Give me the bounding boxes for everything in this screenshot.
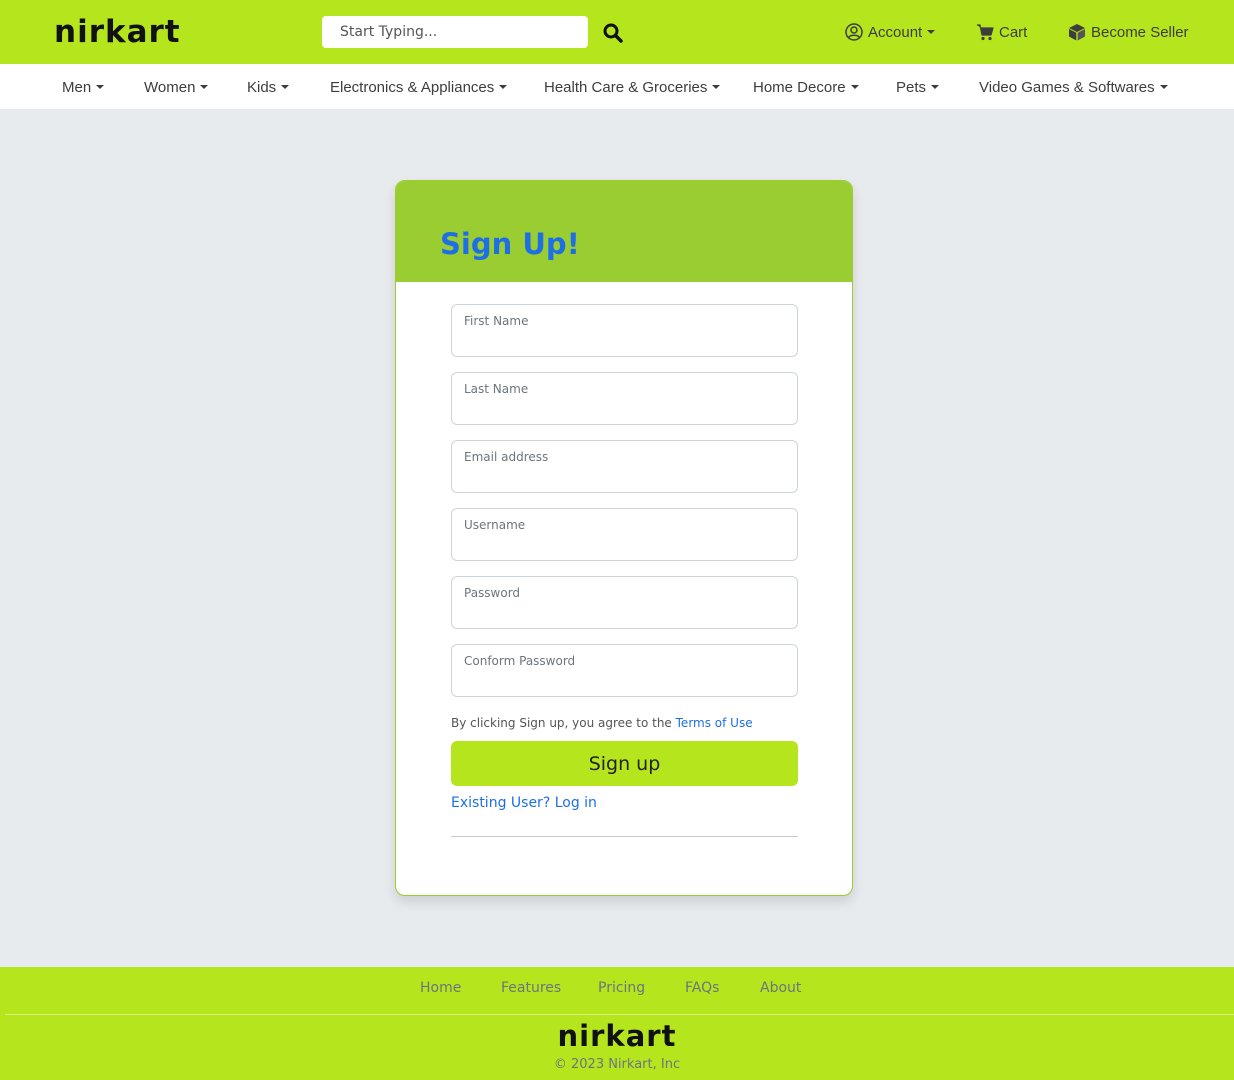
nav-item-kids[interactable]: Kids [247,77,290,97]
signup-button[interactable]: Sign up [451,741,798,786]
cart-label: Cart [999,23,1028,41]
username-input[interactable] [464,536,784,556]
chevron-down-icon [850,85,859,89]
footer-link-about[interactable]: About [760,980,801,996]
become-seller-link[interactable]: Become Seller [1068,20,1189,44]
signup-card: Sign Up! First Name Last Name Email addr… [395,180,853,896]
footer-link-home[interactable]: Home [420,980,461,996]
confirm-password-field[interactable]: Conform Password [451,644,798,697]
email-input[interactable] [464,468,784,488]
last-name-input[interactable] [464,400,784,420]
nav-item-electronics[interactable]: Electronics & Appliances [330,77,508,97]
nav-item-men[interactable]: Men [62,77,105,97]
nav-item-health-care[interactable]: Health Care & Groceries [544,77,721,97]
footer-divider [5,1014,1234,1015]
user-circle-icon [845,23,863,41]
first-name-label: First Name [464,314,529,328]
become-seller-label: Become Seller [1091,23,1189,41]
footer-link-features[interactable]: Features [501,980,561,996]
terms-notice: By clicking Sign up, you agree to the Te… [451,716,753,730]
chevron-down-icon [1159,85,1168,89]
username-label: Username [464,518,526,532]
email-field[interactable]: Email address [451,440,798,493]
first-name-input[interactable] [464,332,784,352]
password-input[interactable] [464,604,784,624]
nav-item-women[interactable]: Women [144,77,209,97]
nav-item-home-decore[interactable]: Home Decore [753,77,859,97]
footer-link-pricing[interactable]: Pricing [598,980,645,996]
search-input[interactable] [322,16,588,48]
terms-text: By clicking Sign up, you agree to the [451,716,672,730]
chevron-down-icon [927,30,936,34]
first-name-field[interactable]: First Name [451,304,798,357]
site-logo[interactable]: nirkart [54,14,181,50]
chevron-down-icon [281,85,290,89]
terms-of-use-link[interactable]: Terms of Use [676,716,753,730]
nav-item-video-games[interactable]: Video Games & Softwares [979,77,1168,97]
last-name-label: Last Name [464,382,529,396]
footer-link-faqs[interactable]: FAQs [685,980,719,996]
top-header: nirkart Account Cart Become Seller [0,0,1234,64]
confirm-password-input[interactable] [464,672,784,692]
cart-link[interactable]: Cart [976,20,1027,44]
account-dropdown[interactable]: Account [845,20,936,44]
search-button[interactable] [600,20,626,46]
chevron-down-icon [712,85,721,89]
chevron-down-icon [200,85,209,89]
footer: Home Features Pricing FAQs About nirkart… [0,967,1234,1080]
card-divider [451,836,798,837]
footer-logo: nirkart [557,1019,677,1053]
search-icon [603,23,623,43]
signup-card-header: Sign Up! [396,181,852,282]
password-field[interactable]: Password [451,576,798,629]
box-icon [1069,24,1085,41]
nav-item-pets[interactable]: Pets [896,77,940,97]
chevron-down-icon [499,85,508,89]
last-name-field[interactable]: Last Name [451,372,798,425]
copyright-text: © 2023 Nirkart, Inc [553,1057,681,1072]
page-title: Sign Up! [440,227,580,261]
chevron-down-icon [931,85,940,89]
password-label: Password [464,586,521,600]
email-label: Email address [464,450,549,464]
chevron-down-icon [96,85,105,89]
username-field[interactable]: Username [451,508,798,561]
category-nav: Men Women Kids Electronics & Appliances … [0,64,1234,109]
account-label: Account [868,23,923,41]
cart-icon [977,24,994,41]
existing-user-login-link[interactable]: Existing User? Log in [451,795,597,811]
confirm-password-label: Conform Password [464,654,576,668]
